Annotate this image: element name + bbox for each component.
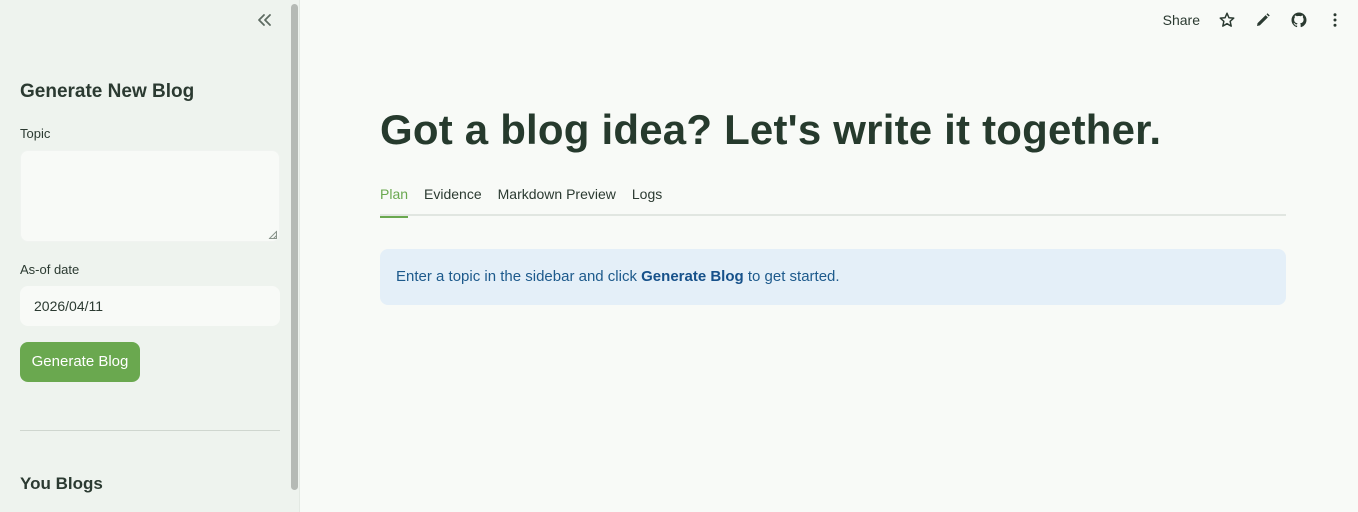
- topic-label: Topic: [20, 126, 51, 141]
- share-button[interactable]: Share: [1163, 12, 1200, 28]
- topic-input[interactable]: [20, 150, 280, 242]
- star-icon[interactable]: [1218, 11, 1236, 29]
- tab-bar: Plan Evidence Markdown Preview Logs: [380, 184, 1286, 218]
- resize-grip-icon[interactable]: [268, 230, 277, 239]
- tab-logs[interactable]: Logs: [632, 184, 662, 216]
- top-toolbar: Share: [1163, 8, 1344, 32]
- blogs-heading: You Blogs: [20, 474, 103, 493]
- github-icon[interactable]: [1290, 11, 1308, 29]
- resize-handle-icon: [268, 230, 277, 239]
- date-input[interactable]: 2026/04/11: [20, 286, 280, 326]
- chevrons-left-icon[interactable]: [254, 9, 276, 31]
- sidebar: Generate New Blog Topic As-of date 2026/…: [0, 0, 300, 512]
- more-vertical-icon[interactable]: [1326, 11, 1344, 29]
- tab-evidence[interactable]: Evidence: [424, 184, 482, 216]
- info-alert: Enter a topic in the sidebar and click G…: [380, 249, 1286, 305]
- page-title: Got a blog idea? Let's write it together…: [380, 106, 1162, 153]
- sidebar-divider: [20, 430, 280, 431]
- tab-markdown-preview[interactable]: Markdown Preview: [498, 184, 616, 216]
- pencil-icon[interactable]: [1254, 11, 1272, 29]
- sidebar-scrollbar[interactable]: [291, 4, 298, 490]
- generate-blog-button[interactable]: Generate Blog: [20, 342, 140, 382]
- sidebar-heading: Generate New Blog: [20, 81, 195, 102]
- date-label: As-of date: [20, 262, 80, 277]
- info-text-bold: Generate Blog: [641, 268, 744, 285]
- collapse-sidebar-icon: [258, 14, 271, 26]
- info-text-after: to get started.: [743, 268, 840, 285]
- info-text-before: Enter a topic in the sidebar and click: [396, 268, 642, 285]
- tab-plan[interactable]: Plan: [380, 184, 409, 218]
